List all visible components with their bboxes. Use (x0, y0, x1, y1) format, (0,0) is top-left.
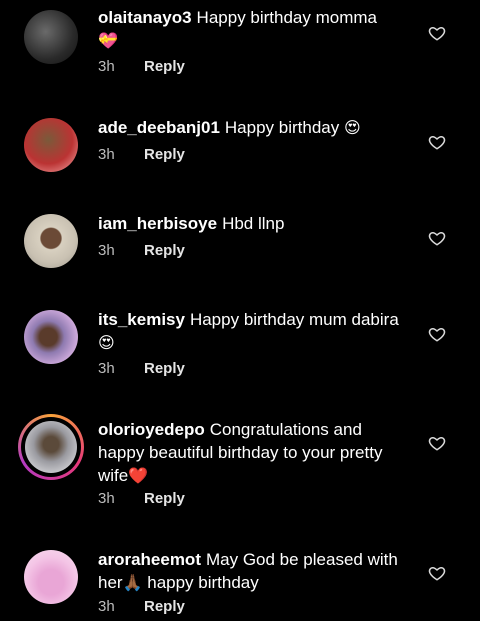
avatar-ring-gap (21, 417, 81, 477)
heart-eyes-emoji: 😍 (343, 120, 361, 137)
heart-eyes-emoji: 😍 (98, 335, 115, 352)
comment-text: its_kemisy Happy birthday mum dabira 😍 (98, 308, 408, 354)
folded-hands-emoji: 🙏🏾 (122, 575, 143, 592)
comment-username[interactable]: ade_deebanj01 (98, 118, 220, 137)
avatar[interactable] (24, 310, 78, 364)
reply-button[interactable]: Reply (144, 58, 185, 75)
heart-outline-icon[interactable] (428, 434, 446, 452)
avatar-story-ring[interactable] (18, 414, 84, 480)
reply-button[interactable]: Reply (144, 598, 185, 615)
comment-body: Happy birthday momma (196, 8, 378, 27)
comment-username[interactable]: aroraheemot (98, 550, 201, 569)
reply-button[interactable]: Reply (144, 360, 185, 377)
comment-text: olaitanayo3 Happy birthday momma 💝 (98, 6, 408, 52)
comment-body: Happy birthday mum dabira (189, 310, 399, 329)
comment-time: 3h (98, 360, 115, 377)
avatar[interactable] (24, 214, 78, 268)
comment-time: 3h (98, 598, 115, 615)
heart-outline-icon[interactable] (428, 325, 446, 343)
red-heart-emoji: ❤️ (128, 468, 149, 485)
comment-time: 3h (98, 58, 115, 75)
comment-text: iam_herbisoye Hbd llnp (98, 212, 408, 235)
comment-username[interactable]: its_kemisy (98, 310, 185, 329)
avatar[interactable] (24, 10, 78, 64)
comment-username[interactable]: iam_herbisoye (98, 214, 217, 233)
reply-button[interactable]: Reply (144, 146, 185, 163)
reply-button[interactable]: Reply (144, 242, 185, 259)
comment-time: 3h (98, 242, 115, 259)
avatar[interactable] (24, 118, 78, 172)
heart-outline-icon[interactable] (428, 24, 446, 42)
avatar (25, 421, 77, 473)
comment-username[interactable]: olorioyedepo (98, 420, 205, 439)
comment-body: Hbd llnp (222, 214, 285, 233)
reply-button[interactable]: Reply (144, 490, 185, 507)
comment-text: ade_deebanj01 Happy birthday 😍 (98, 116, 408, 139)
comment-text: olorioyedepo Congratulations and happy be… (98, 418, 408, 487)
heart-outline-icon[interactable] (428, 133, 446, 151)
comment-text: aroraheemot May God be pleased with her🙏🏾… (98, 548, 408, 594)
gift-heart-emoji: 💝 (98, 33, 118, 50)
comment-body: Happy birthday (224, 118, 340, 137)
heart-outline-icon[interactable] (428, 564, 446, 582)
heart-outline-icon[interactable] (428, 229, 446, 247)
avatar[interactable] (24, 550, 78, 604)
comment-body-continued: happy birthday (147, 573, 259, 592)
comment-time: 3h (98, 490, 115, 507)
comment-username[interactable]: olaitanayo3 (98, 8, 192, 27)
comment-time: 3h (98, 146, 115, 163)
